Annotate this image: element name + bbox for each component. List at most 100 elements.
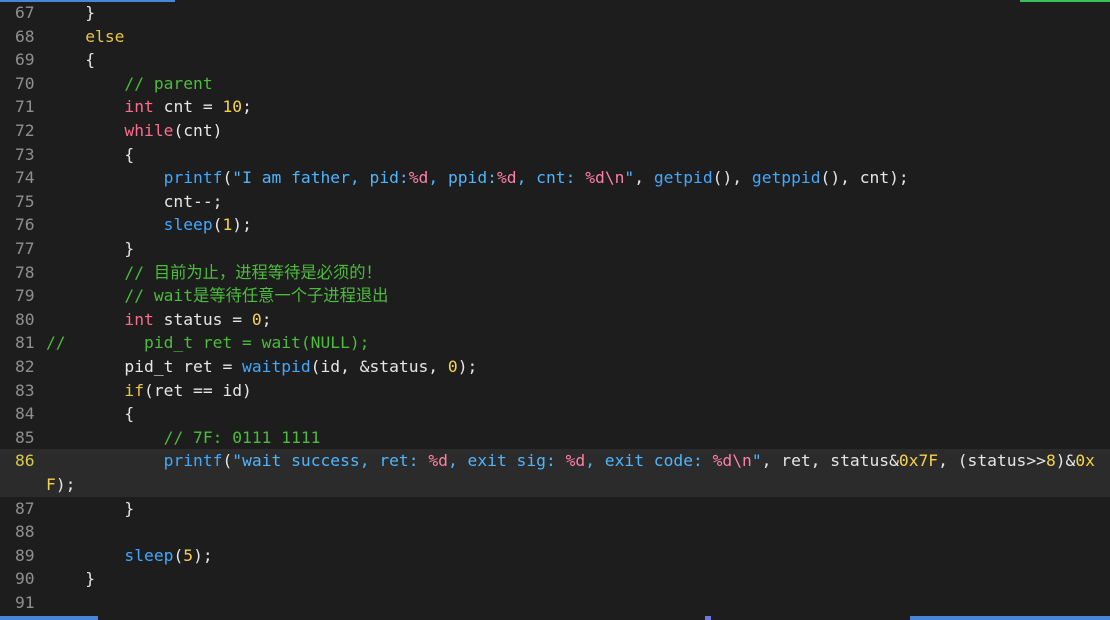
code-text[interactable]: sleep(1); — [46, 213, 252, 237]
code-line[interactable]: 73 { — [0, 143, 1110, 167]
code-token: ; — [242, 97, 252, 117]
code-token: waitpid — [242, 357, 311, 376]
code-line[interactable]: 74 printf("I am father, pid:%d, ppid:%d,… — [0, 166, 1110, 190]
code-token: } — [46, 498, 135, 518]
code-line[interactable]: 78 // 目前为止，进程等待是必须的！ — [0, 261, 1110, 285]
code-text[interactable]: printf("wait success, ret: %d, exit sig:… — [46, 449, 1095, 473]
code-token: 0 — [447, 357, 458, 376]
code-line[interactable]: 76 sleep(1); — [0, 213, 1110, 237]
code-token: , ret, status& — [761, 451, 899, 471]
code-token: { — [46, 404, 135, 424]
code-token: " — [624, 168, 635, 188]
code-text[interactable]: printf("I am father, pid:%d, ppid:%d, cn… — [46, 166, 909, 190]
line-number: 88 — [15, 522, 35, 542]
code-line[interactable]: 84 { — [0, 402, 1110, 426]
code-text[interactable]: pid_t ret = waitpid(id, &status, 0); — [46, 355, 477, 379]
code-text[interactable]: // wait是等待任意一个子进程退出 — [46, 284, 388, 308]
code-token: cnt = — [153, 97, 223, 117]
code-line[interactable]: 79 // wait是等待任意一个子进程退出 — [0, 284, 1110, 308]
code-token: { — [46, 50, 96, 70]
code-token: // parent — [124, 73, 213, 93]
line-number: 91 — [15, 593, 35, 612]
code-line[interactable]: 68 else — [0, 25, 1110, 49]
code-token: sleep — [124, 545, 174, 565]
code-token: , exit code: — [585, 451, 713, 471]
code-line[interactable]: 90 } — [0, 567, 1110, 591]
code-token: %d — [408, 168, 429, 188]
code-line[interactable]: 75 cnt--; — [0, 190, 1110, 214]
code-text[interactable]: F); — [46, 473, 75, 497]
code-text[interactable]: cnt--; — [46, 190, 223, 214]
code-token: " — [751, 451, 762, 471]
code-token: // pid_t ret = wait(NULL); — [46, 333, 370, 353]
code-line[interactable]: 81// pid_t ret = wait(NULL); — [0, 331, 1110, 355]
code-line[interactable]: 91 — [0, 591, 1110, 615]
code-token: if — [124, 380, 145, 400]
code-token: ( — [222, 168, 233, 188]
code-token: (ret == id) — [144, 380, 252, 400]
code-token: } — [46, 3, 96, 22]
code-token: %d — [496, 168, 517, 188]
code-token: getpid — [653, 168, 713, 188]
code-text[interactable]: { — [46, 48, 95, 72]
code-token: 8 — [1045, 451, 1056, 471]
code-line[interactable]: 89 sleep(5); — [0, 544, 1110, 568]
code-line[interactable]: 71 int cnt = 10; — [0, 95, 1110, 119]
code-text[interactable]: // parent — [46, 72, 213, 96]
code-line[interactable]: 70 // parent — [0, 72, 1110, 96]
code-line[interactable]: 87 } — [0, 497, 1110, 521]
code-text[interactable]: // 7F: 0111 1111 — [46, 426, 321, 450]
code-token: F — [46, 475, 56, 494]
code-line[interactable]: 83 if(ret == id) — [0, 379, 1110, 403]
code-token: \n — [732, 451, 752, 471]
code-token: pid_t ret = — [46, 357, 243, 376]
code-token: sleep — [163, 215, 213, 235]
code-token: } — [46, 239, 135, 258]
code-token: printf — [163, 451, 223, 471]
code-line[interactable]: 77 } — [0, 237, 1110, 261]
code-token: 1 — [222, 215, 233, 235]
code-text[interactable]: // 目前为止，进程等待是必须的！ — [46, 261, 381, 285]
code-line[interactable]: 67 } — [0, 1, 1110, 25]
code-text[interactable]: else — [46, 25, 124, 49]
code-token: (), cnt); — [820, 168, 909, 188]
code-text[interactable]: while(cnt) — [46, 119, 222, 143]
code-line[interactable]: 86 printf("wait success, ret: %d, exit s… — [0, 449, 1110, 473]
code-token: %d — [565, 451, 586, 471]
code-token: ( — [222, 451, 233, 471]
code-token: ); — [193, 545, 213, 565]
code-text[interactable]: // pid_t ret = wait(NULL); — [46, 331, 369, 355]
code-token: , ppid: — [428, 168, 497, 188]
code-editor[interactable]: 67 } 68 else 69 {70 // parent 71 int cnt = … — [0, 0, 1110, 620]
code-line[interactable]: F); — [0, 473, 1110, 497]
code-token: while — [124, 121, 174, 140]
code-text[interactable]: } — [46, 567, 95, 591]
code-text[interactable]: { — [46, 143, 134, 167]
code-token: , exit sig: — [447, 451, 566, 471]
code-line[interactable]: 69 { — [0, 48, 1110, 72]
code-text[interactable]: } — [46, 237, 134, 261]
code-line[interactable]: 85 // 7F: 0111 1111 — [0, 426, 1110, 450]
code-text[interactable]: } — [46, 1, 95, 25]
code-text[interactable]: int cnt = 10; — [46, 95, 252, 119]
code-token: else — [85, 26, 125, 46]
code-token: 10 — [222, 97, 243, 117]
code-text[interactable]: sleep(5); — [46, 544, 213, 568]
code-token: %d — [428, 451, 448, 471]
code-line[interactable]: 72 while(cnt) — [0, 119, 1110, 143]
code-token: 0 — [251, 309, 262, 329]
code-line[interactable]: 82 pid_t ret = waitpid(id, &status, 0); — [0, 355, 1110, 379]
code-line[interactable]: 88 — [0, 520, 1110, 544]
code-text[interactable]: if(ret == id) — [46, 379, 252, 403]
code-text[interactable]: { — [46, 402, 134, 426]
code-text[interactable]: int status = 0; — [46, 308, 271, 332]
code-text[interactable]: } — [46, 497, 134, 521]
code-line[interactable]: 80 int status = 0; — [0, 308, 1110, 332]
code-token: (cnt) — [173, 121, 223, 140]
